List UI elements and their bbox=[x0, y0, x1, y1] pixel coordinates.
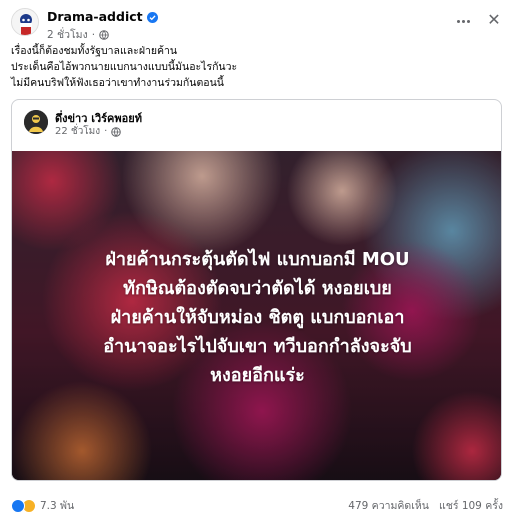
image-caption-line: ฝ่ายค้านให้จับหม่อง ชิตตู แบกบอกเอา bbox=[110, 307, 405, 328]
page-name[interactable]: Drama-addict bbox=[47, 9, 143, 24]
shared-post-time[interactable]: 22 ชั่วโมง bbox=[55, 124, 100, 139]
shared-post-meta: 22 ชั่วโมง · bbox=[55, 124, 122, 139]
comment-count[interactable]: 479 ความคิดเห็น bbox=[348, 497, 429, 514]
reaction-count[interactable]: 7.3 พัน bbox=[40, 497, 74, 514]
post-text-line: ประเด็นคือไอ้พวกนายแบกนางแบบนี้มันอะไรกั… bbox=[11, 61, 238, 73]
globe-icon bbox=[99, 29, 109, 40]
like-reaction-icon bbox=[11, 498, 25, 513]
page-avatar[interactable] bbox=[11, 8, 39, 36]
post-text-line: เรื่องนี้ก็ต้องชมทั้งรัฐบาลและฝ่ายค้าน bbox=[11, 45, 178, 57]
close-icon[interactable]: ✕ bbox=[484, 10, 504, 30]
page-name-row: Drama-addict bbox=[47, 9, 158, 24]
separator-dot: · bbox=[104, 126, 108, 137]
shared-post[interactable]: ดึ่งข่าว เวิร์คพอยท์ 22 ชั่วโมง · ฝ่ายค้… bbox=[11, 99, 502, 481]
reaction-summary[interactable]: 7.3 พัน bbox=[11, 497, 74, 514]
post-meta: 2 ชั่วโมง · bbox=[47, 26, 109, 43]
share-count[interactable]: แชร์ 109 ครั้ง bbox=[439, 497, 503, 514]
globe-icon bbox=[111, 126, 122, 137]
image-caption: ฝ่ายค้านกระตุ้นตัดไฟ แบกบอกมี MOU ทักษิณ… bbox=[12, 245, 501, 390]
image-caption-line: ทักษิณต้องตัดจบว่าตัดได้ หงอยเบย bbox=[123, 278, 392, 299]
post-time[interactable]: 2 ชั่วโมง bbox=[47, 26, 88, 43]
image-caption-line: หงอยอีกแร่ะ bbox=[210, 365, 305, 386]
more-options-icon[interactable] bbox=[452, 12, 474, 30]
shared-page-avatar[interactable] bbox=[24, 110, 48, 134]
engagement-stats: 479 ความคิดเห็น แชร์ 109 ครั้ง bbox=[348, 497, 503, 514]
shared-post-image[interactable]: ฝ่ายค้านกระตุ้นตัดไฟ แบกบอกมี MOU ทักษิณ… bbox=[12, 151, 501, 480]
post-card: Drama-addict 2 ชั่วโมง · ✕ เรื่องนี้ก็ต้… bbox=[0, 0, 517, 514]
separator-dot: · bbox=[91, 28, 96, 41]
post-text-line: ไม่มีคนบริฟให้ฟังเธอว่าเขาทำงานร่วมกันตอ… bbox=[11, 77, 224, 89]
image-caption-line: ฝ่ายค้านกระตุ้นตัดไฟ แบกบอกมี MOU bbox=[105, 249, 410, 270]
image-caption-line: อำนาจอะไรไปจับเขา ทวีบอกกำลังจะจับ bbox=[103, 336, 412, 357]
post-text: เรื่องนี้ก็ต้องชมทั้งรัฐบาลและฝ่ายค้าน ป… bbox=[11, 43, 501, 91]
verified-badge-icon bbox=[146, 11, 158, 23]
reaction-icons bbox=[11, 498, 36, 513]
